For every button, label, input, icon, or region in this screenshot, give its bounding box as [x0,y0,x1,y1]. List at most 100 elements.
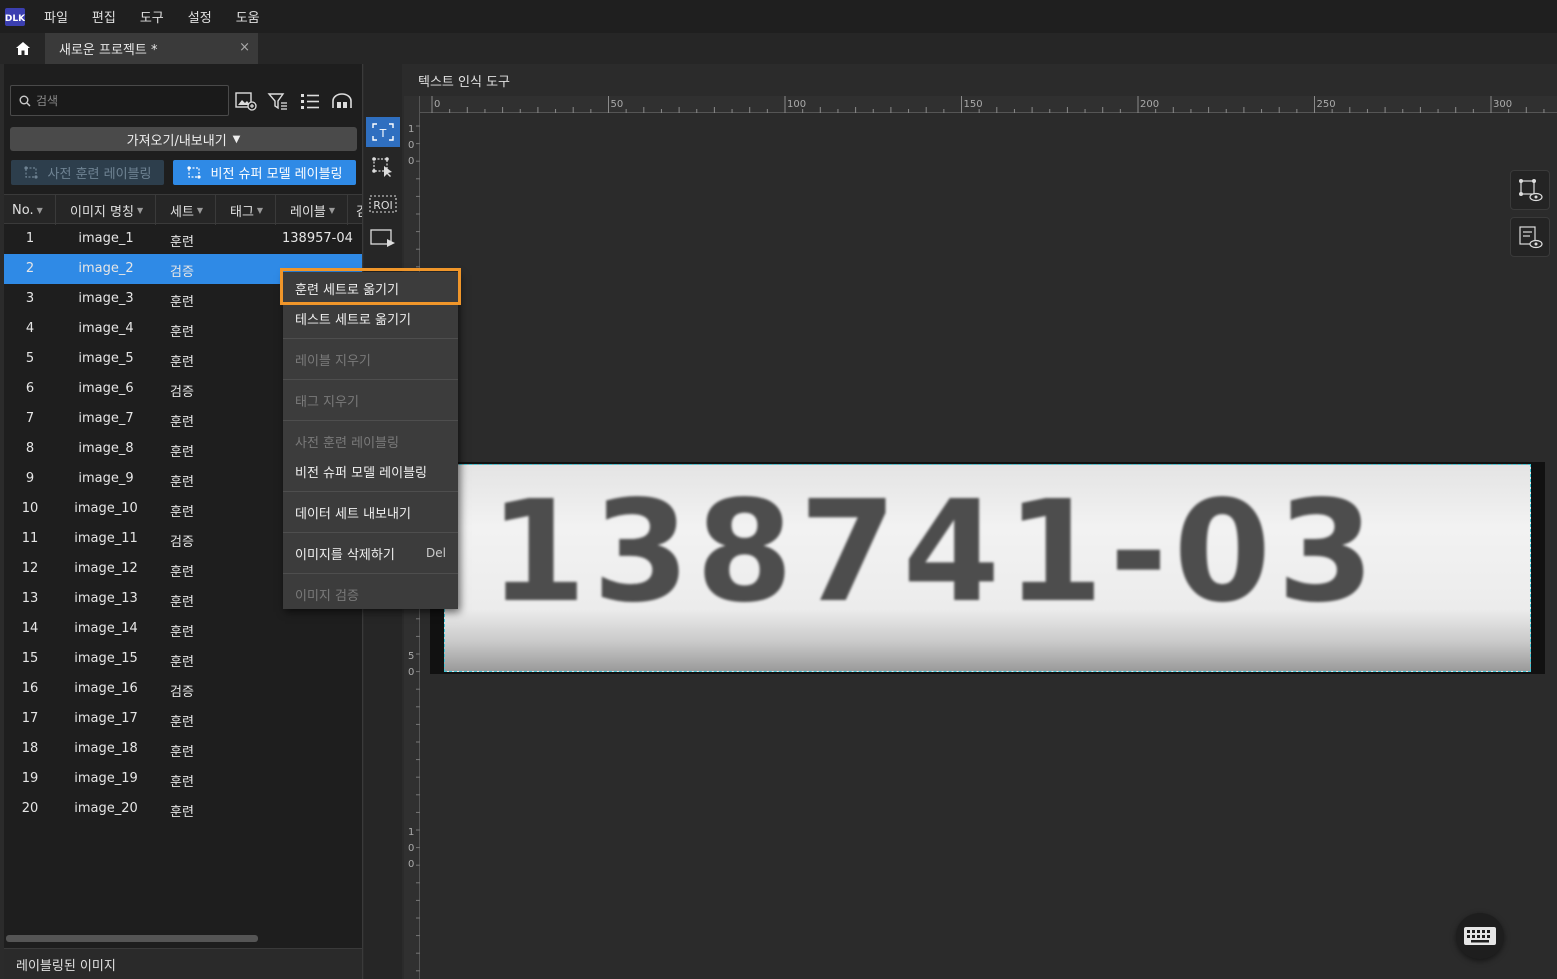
add-image-icon[interactable] [234,90,258,112]
pretrained-labeling-button[interactable]: 사전 훈련 레이블링 [11,160,164,185]
collapse-icon[interactable] [330,90,354,112]
row-number: 17 [21,711,39,726]
row-number: 7 [25,411,35,426]
context-menu-item-label: 이미지 검증 [295,588,359,604]
smart-select-button[interactable] [366,152,400,182]
row-image-name: image_10 [74,501,138,516]
column-no[interactable]: No. ▼ [4,195,56,225]
column-set[interactable]: 세트 ▼ [156,195,216,225]
row-number: 9 [25,471,35,486]
row-set: 훈련 [170,655,194,670]
column-tag[interactable]: 태그 ▼ [216,195,276,225]
context-menu-item: 사전 훈련 레이블링 [283,426,458,456]
highlight-frame [280,268,461,305]
menu-tools[interactable]: 도구 [136,7,168,26]
vision-labeling-label: 비전 슈퍼 모델 레이블링 [210,167,343,182]
table-row[interactable]: 1 image_1 훈련 138957-04 [4,224,362,254]
vision-labeling-button[interactable]: 비전 슈퍼 모델 레이블링 [173,160,356,185]
context-menu-item[interactable]: 비전 슈퍼 모델 레이블링 [283,456,458,486]
row-number: 2 [25,261,35,276]
row-image-name: image_4 [78,321,134,336]
menu-separator [283,573,458,574]
menu-separator [283,379,458,380]
column-label[interactable]: 레이블 ▼ [276,195,348,225]
row-image-name: image_16 [74,681,138,696]
tab-bar: 새로운 프로젝트 * × [0,33,1557,64]
menu-edit[interactable]: 편집 [88,7,120,26]
ruler-label: 0 [408,667,414,678]
row-image-name: image_5 [78,351,134,366]
ruler-label: 150 [964,99,983,110]
canvas-title: 텍스트 인식 도구 [418,74,510,90]
roi-button[interactable]: ROI [366,189,400,219]
import-export-button[interactable]: 가져오기/내보내기 ▼ [10,127,357,151]
row-set: 훈련 [170,505,194,520]
preview-button[interactable] [366,223,400,253]
labeled-images-bar[interactable]: 레이블링된 이미지 [4,948,362,979]
shortcut-hint: Del [426,546,446,560]
show-labels-button[interactable] [1510,170,1550,210]
table-row[interactable]: 19 image_19 훈련 [4,764,362,794]
column-image-name[interactable]: 이미지 명칭 ▼ [56,195,156,225]
row-set: 검증 [170,265,194,280]
menu-file[interactable]: 파일 [40,7,72,26]
row-number: 10 [21,501,39,516]
row-set: 훈련 [170,235,194,250]
ruler-label: 5 [408,651,414,662]
table-row[interactable]: 14 image_14 훈련 [4,614,362,644]
auto-label-icon [23,165,38,179]
horizontal-scrollbar[interactable] [6,935,258,942]
table-row[interactable]: 15 image_15 훈련 [4,644,362,674]
table-row[interactable]: 16 image_16 검증 [4,674,362,704]
ruler-label: 50 [611,99,624,110]
context-menu-item[interactable]: 데이터 세트 내보내기 [283,497,458,527]
row-set: 훈련 [170,415,194,430]
row-number: 5 [25,351,35,366]
search-input[interactable] [36,93,216,108]
table-row[interactable]: 17 image_17 훈련 [4,704,362,734]
row-image-name: image_17 [74,711,138,726]
labeled-images-label: 레이블링된 이미지 [16,958,116,974]
image-text: 138741-03 [489,471,1381,634]
row-number: 11 [21,531,39,546]
menu-separator [283,532,458,533]
context-menu-item[interactable]: 테스트 세트로 옮기기 [283,303,458,333]
show-results-button[interactable] [1510,217,1550,257]
svg-text:T: T [379,127,387,140]
context-menu-item: 이미지 검증 [283,579,458,609]
import-export-label: 가져오기/내보내기 [126,133,227,149]
text-tool-button[interactable]: T [366,117,400,147]
table-row[interactable]: 18 image_18 훈련 [4,734,362,764]
ruler-label: 250 [1317,99,1336,110]
home-tab[interactable] [4,33,42,64]
sort-icon: ▼ [256,205,264,215]
project-tab[interactable]: 새로운 프로젝트 * × [45,33,258,64]
column-verify[interactable]: 검 [348,195,362,225]
filter-icon[interactable] [266,90,290,112]
label-visibility-icon [1519,179,1543,202]
row-set: 훈련 [170,565,194,580]
row-number: 4 [25,321,35,336]
play-frame-icon [370,229,395,247]
close-tab-icon[interactable]: × [239,40,250,55]
row-set: 훈련 [170,625,194,640]
search-box[interactable] [10,85,229,116]
menu-settings[interactable]: 설정 [184,7,216,26]
context-menu-item[interactable]: 이미지를 삭제하기 Del [283,538,458,568]
row-image-name: image_13 [74,591,138,606]
row-image-name: image_2 [78,261,134,276]
sample-image[interactable]: 138741-03 [444,464,1531,672]
keyboard-shortcuts-button[interactable] [1456,913,1504,959]
sort-icon: ▼ [196,205,204,215]
menu-help[interactable]: 도움 [232,7,264,26]
table-row[interactable]: 20 image_20 훈련 [4,794,362,824]
row-set: 검증 [170,685,194,700]
context-menu-item: 레이블 지우기 [283,344,458,374]
list-view-icon[interactable] [298,90,322,112]
ruler-label: 1 [408,827,414,838]
row-number: 20 [21,801,39,816]
row-number: 13 [21,591,39,606]
menu-separator [283,338,458,339]
context-menu: 훈련 세트로 옮기기 테스트 세트로 옮기기 레이블 지우기 태그 지우기 사전 훈련 … [283,272,458,609]
ruler-label: 0 [434,99,440,110]
